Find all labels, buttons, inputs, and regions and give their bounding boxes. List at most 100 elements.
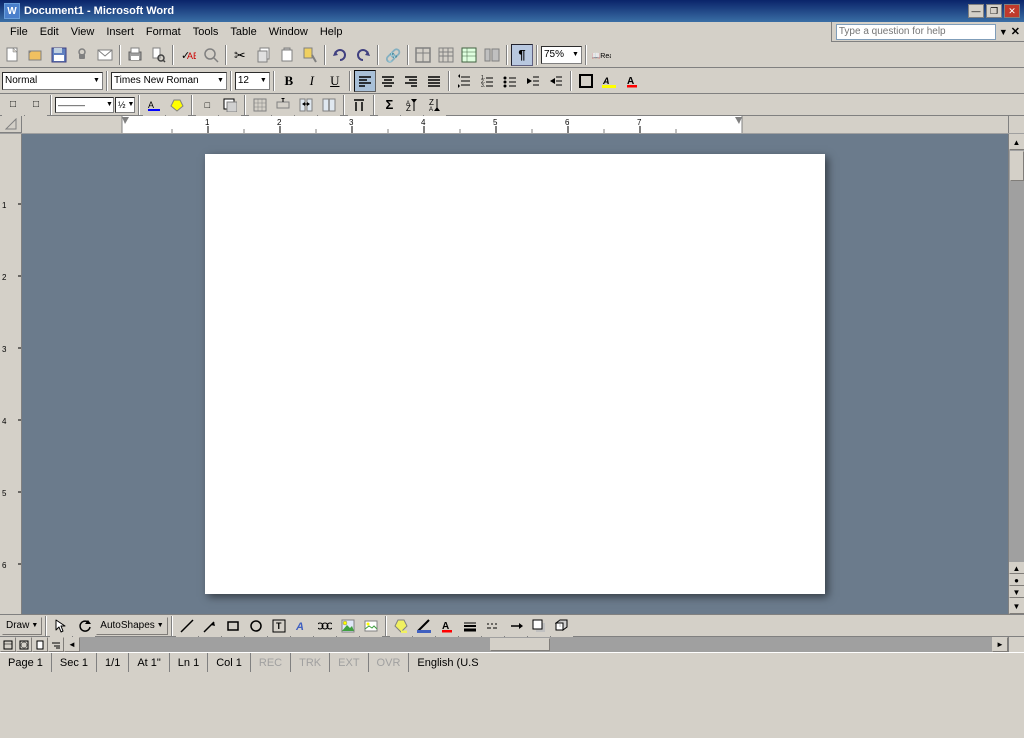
bullets-button[interactable] — [499, 70, 521, 92]
print-preview-button[interactable] — [147, 44, 169, 66]
font-color-button[interactable]: A — [621, 70, 643, 92]
outline-view-button[interactable] — [48, 637, 64, 652]
box-style-btn[interactable] — [219, 94, 241, 116]
web-layout-button[interactable] — [16, 637, 32, 652]
bold-button[interactable]: B — [278, 70, 300, 92]
align-right-button[interactable] — [400, 70, 422, 92]
print-layout-button[interactable] — [32, 637, 48, 652]
copy-button[interactable] — [253, 44, 275, 66]
line-style-dropdown[interactable]: ——— ▼ — [55, 97, 114, 113]
style-dropdown[interactable]: Normal ▼ — [2, 72, 103, 90]
help-search-input[interactable] — [836, 24, 996, 40]
print-button[interactable] — [124, 44, 146, 66]
outside-border-button[interactable] — [575, 70, 597, 92]
align-top-btn[interactable] — [348, 94, 370, 116]
increase-indent-button[interactable] — [545, 70, 567, 92]
draw-3d-style-button[interactable] — [551, 615, 573, 637]
zoom-mid-button[interactable]: ● — [1009, 574, 1024, 586]
draw-line-button[interactable] — [176, 615, 198, 637]
open-button[interactable] — [25, 44, 47, 66]
menu-tools[interactable]: Tools — [187, 22, 225, 42]
menu-table[interactable]: Table — [224, 22, 262, 42]
help-close-button[interactable]: ✕ — [1011, 25, 1020, 38]
scroll-down-button[interactable]: ▼ — [1009, 598, 1024, 614]
redo-button[interactable] — [352, 44, 374, 66]
format-painter-button[interactable] — [299, 44, 321, 66]
sort-asc-btn[interactable]: AZ — [401, 94, 423, 116]
style-box1[interactable]: □ — [2, 94, 24, 116]
spelling-button[interactable]: ✓ABC — [177, 44, 199, 66]
shadow-btn[interactable]: □ — [196, 94, 218, 116]
menu-insert[interactable]: Insert — [100, 22, 140, 42]
columns-button[interactable] — [481, 44, 503, 66]
hyperlink-button[interactable]: 🔗 — [382, 44, 404, 66]
draw-line-style-button[interactable] — [459, 615, 481, 637]
draw-arrow-style-button[interactable] — [505, 615, 527, 637]
menu-edit[interactable]: Edit — [34, 22, 65, 42]
draw-rectangle-button[interactable] — [222, 615, 244, 637]
insert-excel-button[interactable] — [458, 44, 480, 66]
line-color-btn[interactable]: A — [143, 94, 165, 116]
draw-dash-style-button[interactable] — [482, 615, 504, 637]
h-scroll-right-button[interactable]: ► — [992, 637, 1008, 652]
help-dropdown-arrow[interactable]: ▼ — [999, 27, 1008, 37]
draw-arrow-button[interactable] — [199, 615, 221, 637]
close-button[interactable]: ✕ — [1004, 4, 1020, 18]
zoom-arrow[interactable]: ▼ — [572, 51, 579, 58]
align-left-button[interactable] — [354, 70, 376, 92]
permission-button[interactable] — [71, 44, 93, 66]
draw-clipart-button[interactable] — [337, 615, 359, 637]
show-hide-button[interactable]: ¶ — [511, 44, 533, 66]
table-btn2[interactable] — [249, 94, 271, 116]
numbering-button[interactable]: 1.2.3. — [476, 70, 498, 92]
draw-picture-button[interactable] — [360, 615, 382, 637]
draw-button[interactable]: Draw ▼ — [2, 617, 42, 635]
read-button[interactable]: 📖Read — [590, 44, 612, 66]
draw-wordart-button[interactable]: A — [291, 615, 313, 637]
draw-select-button[interactable] — [50, 615, 72, 637]
undo-button[interactable] — [329, 44, 351, 66]
menu-view[interactable]: View — [65, 22, 101, 42]
draw-diagram-button[interactable] — [314, 615, 336, 637]
draw-oval-button[interactable] — [245, 615, 267, 637]
draw-textbox-button[interactable]: T — [268, 615, 290, 637]
vertical-scrollbar[interactable]: ▲ ▲ ● ▼ ▼ — [1008, 134, 1024, 614]
font-dropdown[interactable]: Times New Roman ▼ — [111, 72, 227, 90]
scroll-up-button[interactable]: ▲ — [1009, 134, 1024, 150]
save-button[interactable] — [48, 44, 70, 66]
zoom-in-button[interactable]: ▲ — [1009, 562, 1024, 574]
menu-file[interactable]: File — [4, 22, 34, 42]
insert-table-button[interactable] — [435, 44, 457, 66]
draw-fill-color-button[interactable] — [390, 615, 412, 637]
style-box2[interactable]: □ — [25, 94, 47, 116]
email-button[interactable] — [94, 44, 116, 66]
italic-button[interactable]: I — [301, 70, 323, 92]
minimize-button[interactable]: — — [968, 4, 984, 18]
menu-format[interactable]: Format — [140, 22, 187, 42]
center-button[interactable] — [377, 70, 399, 92]
h-scroll-thumb[interactable] — [490, 638, 550, 651]
restore-button[interactable]: ❐ — [986, 4, 1002, 18]
sort-desc-btn[interactable]: ZA — [424, 94, 446, 116]
draw-line-color-button[interactable] — [413, 615, 435, 637]
fraction-dropdown[interactable]: ½ ▼ — [115, 97, 135, 113]
draw-free-rotate-button[interactable] — [73, 615, 95, 637]
insert-row-btn[interactable] — [272, 94, 294, 116]
draw-font-color3-button[interactable]: A — [436, 615, 458, 637]
document-area[interactable] — [22, 134, 1008, 614]
underline-button[interactable]: U — [324, 70, 346, 92]
highlight-button[interactable]: A — [598, 70, 620, 92]
merge-cells-btn[interactable] — [295, 94, 317, 116]
new-button[interactable] — [2, 44, 24, 66]
zoom-out-button[interactable]: ▼ — [1009, 586, 1024, 598]
tables-borders-button[interactable] — [412, 44, 434, 66]
decrease-indent-button[interactable] — [522, 70, 544, 92]
line-spacing-button[interactable] — [453, 70, 475, 92]
justify-button[interactable] — [423, 70, 445, 92]
menu-help[interactable]: Help — [314, 22, 349, 42]
size-dropdown[interactable]: 12 ▼ — [235, 72, 270, 90]
menu-window[interactable]: Window — [263, 22, 314, 42]
h-scroll-left-button[interactable]: ◄ — [64, 637, 80, 652]
draw-shadow-style-button[interactable] — [528, 615, 550, 637]
autoshapes-button[interactable]: AutoShapes ▼ — [96, 617, 167, 635]
